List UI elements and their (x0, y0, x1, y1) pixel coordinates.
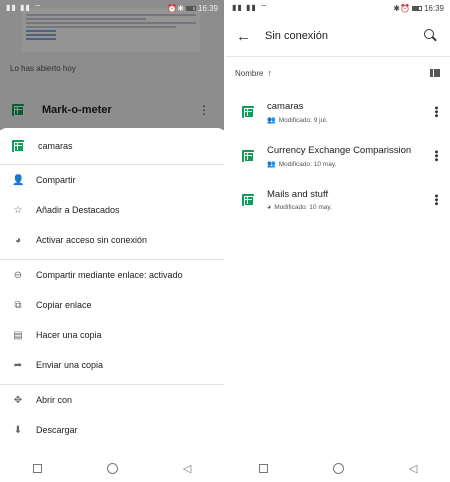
file-name: Mails and stuff (267, 189, 329, 200)
more-options-icon[interactable]: ••• (430, 150, 442, 162)
status-time: 16:39 (197, 3, 218, 13)
sort-row: Nombre ↑ (226, 66, 450, 80)
status-bar: ▮▮ ▮▮ ⌔ ⏰✱ 16:39 (0, 0, 224, 16)
menu-item-abrir-con[interactable]: ✥ Abrir con (0, 385, 224, 415)
search-icon[interactable] (424, 29, 438, 43)
back-arrow-icon[interactable]: ← (236, 28, 251, 45)
file-info: Mails and stuff ◕ Modificado: 10 may. (267, 188, 332, 211)
sort-arrow-up-icon[interactable]: ↑ (267, 68, 272, 78)
app-bar: ← Sin conexión (226, 16, 450, 56)
home-button[interactable] (106, 462, 118, 474)
menu-item-label: Enviar una copia (36, 360, 104, 370)
shared-icon: 👥 (267, 161, 276, 168)
battery-icon (185, 5, 196, 11)
menu-group-link: ⊖ Compartir mediante enlace: activado ⧉ Cop… (0, 260, 224, 380)
file-row[interactable]: Mails and stuff ◕ Modificado: 10 may. ••• (226, 188, 450, 228)
page-title: Sin conexión (265, 30, 328, 42)
sort-label[interactable]: Nombre (235, 69, 263, 78)
file-row[interactable]: Currency Exchange Comparission 👥 Modificad… (226, 144, 450, 184)
file-modified: Modificado: 10 may. (274, 204, 332, 211)
offline-icon: ◕ (267, 204, 272, 211)
sheet-header: camaras (0, 128, 224, 164)
more-options-icon[interactable]: ••• (430, 106, 442, 118)
file-modified: Modificado: 10 may. (278, 160, 337, 168)
scrim-overlay[interactable] (0, 0, 224, 130)
menu-item-label: Copiar enlace (36, 300, 92, 310)
system-nav-bar: ◁ (0, 454, 224, 482)
menu-item-descargar[interactable]: ⬇ Descargar (0, 415, 224, 445)
sheets-icon (12, 140, 24, 152)
divider (226, 56, 450, 57)
left-screen: Lo has abierto hoy Mark-o-meter ⋮ ▮▮ ▮▮ … (0, 0, 224, 482)
menu-item-label: Abrir con (36, 395, 73, 405)
signal-icon: ▮▮ ▮▮ ⌔ (232, 3, 269, 12)
home-button[interactable] (332, 462, 344, 474)
menu-item-label: Compartir (36, 175, 76, 185)
menu-item-label: Compartir mediante enlace: activado (36, 270, 183, 280)
file-info: Currency Exchange Comparission 👥 Modificad… (267, 144, 411, 168)
menu-item-label: Hacer una copia (36, 330, 102, 340)
more-options-icon[interactable]: ••• (430, 194, 442, 206)
recents-button[interactable] (258, 463, 268, 473)
link-icon: ⊖ (13, 269, 23, 281)
system-nav-bar: ◁ (226, 454, 450, 482)
shared-icon: 👥 (267, 117, 276, 124)
status-bar: ▮▮ ▮▮ ⌔ ✱⏰ 16:39 (226, 0, 450, 16)
duplicate-icon: ▤ (13, 329, 23, 341)
menu-item-compartir-mediante-enlace-activado[interactable]: ⊖ Compartir mediante enlace: activado (0, 260, 224, 290)
file-meta: ◕ Modificado: 10 may. (267, 204, 332, 211)
menu-group-open: ✥ Abrir con ⬇ Descargar (0, 385, 224, 445)
menu-item-copiar-enlace[interactable]: ⧉ Copiar enlace (0, 290, 224, 320)
star-icon: ☆ (13, 204, 23, 216)
grid-view-icon[interactable] (430, 68, 440, 78)
menu-item-compartir[interactable]: 👤 Compartir (0, 165, 224, 195)
sheets-icon (242, 150, 254, 162)
back-button[interactable]: ◁ (409, 462, 417, 475)
file-info: camaras 👥 Modificado: 9 jul. (267, 100, 328, 124)
menu-item-activar-acceso-sin-conexión[interactable]: ◕ Activar acceso sin conexión (0, 225, 224, 255)
status-time: 16:39 (423, 3, 444, 13)
signal-icon: ▮▮ ▮▮ ⌔ (6, 3, 43, 12)
alarm-icon: ⏰✱ (167, 3, 184, 13)
download-icon: ⬇ (13, 424, 23, 436)
file-meta: 👥 Modificado: 9 jul. (267, 116, 328, 125)
menu-item-label: Descargar (36, 425, 78, 435)
open-with-icon: ✥ (13, 394, 23, 406)
forward-icon: ➦ (13, 359, 23, 371)
battery-icon (411, 5, 422, 11)
sheets-icon (242, 194, 254, 206)
menu-item-enviar-una-copia[interactable]: ➦ Enviar una copia (0, 350, 224, 380)
recents-button[interactable] (32, 463, 42, 473)
file-row[interactable]: camaras 👥 Modificado: 9 jul. ••• (226, 100, 450, 140)
person-add-icon: 👤 (12, 174, 25, 186)
menu-item-label: Añadir a Destacados (36, 205, 120, 215)
alarm-icon: ✱⏰ (393, 3, 410, 13)
sheets-icon (242, 106, 254, 118)
actions-bottom-sheet: camaras 👤 Compartir ☆ Añadir a Destacados ◕ A… (0, 128, 224, 482)
sheet-file-name: camaras (38, 141, 73, 151)
back-button[interactable]: ◁ (183, 462, 191, 475)
file-name: Currency Exchange Comparission (267, 145, 412, 156)
menu-item-label: Activar acceso sin conexión (36, 235, 148, 245)
file-name: camaras (267, 101, 304, 112)
file-meta: 👥 Modificado: 10 may. (267, 160, 411, 169)
copy-icon: ⧉ (14, 299, 22, 311)
menu-group-share: 👤 Compartir ☆ Añadir a Destacados ◕ Activar a… (0, 165, 224, 255)
file-modified: Modificado: 9 jul. (278, 116, 328, 124)
offline-icon: ◕ (14, 234, 22, 246)
right-screen: ▮▮ ▮▮ ⌔ ✱⏰ 16:39 ← Sin conexión Nombre ↑ … (226, 0, 450, 482)
menu-item-añadir-a-destacados[interactable]: ☆ Añadir a Destacados (0, 195, 224, 225)
menu-item-hacer-una-copia[interactable]: ▤ Hacer una copia (0, 320, 224, 350)
